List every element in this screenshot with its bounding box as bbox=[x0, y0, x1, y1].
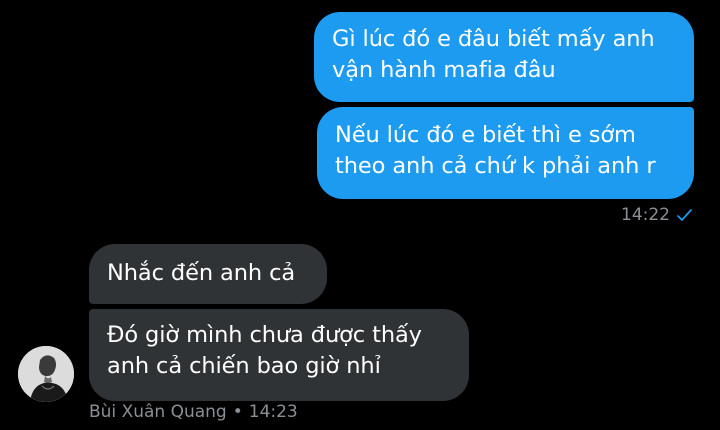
message-text-line: anh cả chiến bao giờ nhỉ bbox=[107, 353, 381, 379]
message-time: 14:23 bbox=[248, 402, 298, 422]
incoming-message-bubble[interactable]: Nhắc đến anh cả bbox=[89, 244, 327, 304]
message-text-line: Nếu lúc đó e biết thì e sớm bbox=[335, 122, 636, 148]
outgoing-message-bubble[interactable]: Gì lúc đó e đâu biết mấy anh vận hành ma… bbox=[314, 12, 694, 102]
incoming-message-meta: Bùi Xuân Quang • 14:23 bbox=[89, 402, 298, 422]
incoming-message-bubble[interactable]: Đó giờ mình chưa được thấy anh cả chiến … bbox=[89, 309, 469, 401]
message-text-line: Nhắc đến anh cả bbox=[107, 260, 296, 286]
message-text-line: Gì lúc đó e đâu biết mấy anh bbox=[332, 26, 655, 52]
message-time: 14:22 bbox=[621, 205, 670, 225]
message-text-line: vận hành mafia đâu bbox=[332, 57, 556, 83]
meta-separator: • bbox=[232, 402, 243, 422]
sender-name[interactable]: Bùi Xuân Quang bbox=[89, 402, 227, 422]
check-icon bbox=[676, 207, 692, 223]
outgoing-message-bubble[interactable]: Nếu lúc đó e biết thì e sớm theo anh cả … bbox=[317, 107, 694, 199]
outgoing-message-meta: 14:22 bbox=[621, 205, 692, 225]
message-text-line: Đó giờ mình chưa được thấy bbox=[107, 322, 422, 348]
avatar[interactable] bbox=[18, 346, 74, 402]
message-text-line: theo anh cả chứ k phải anh r bbox=[335, 153, 656, 179]
